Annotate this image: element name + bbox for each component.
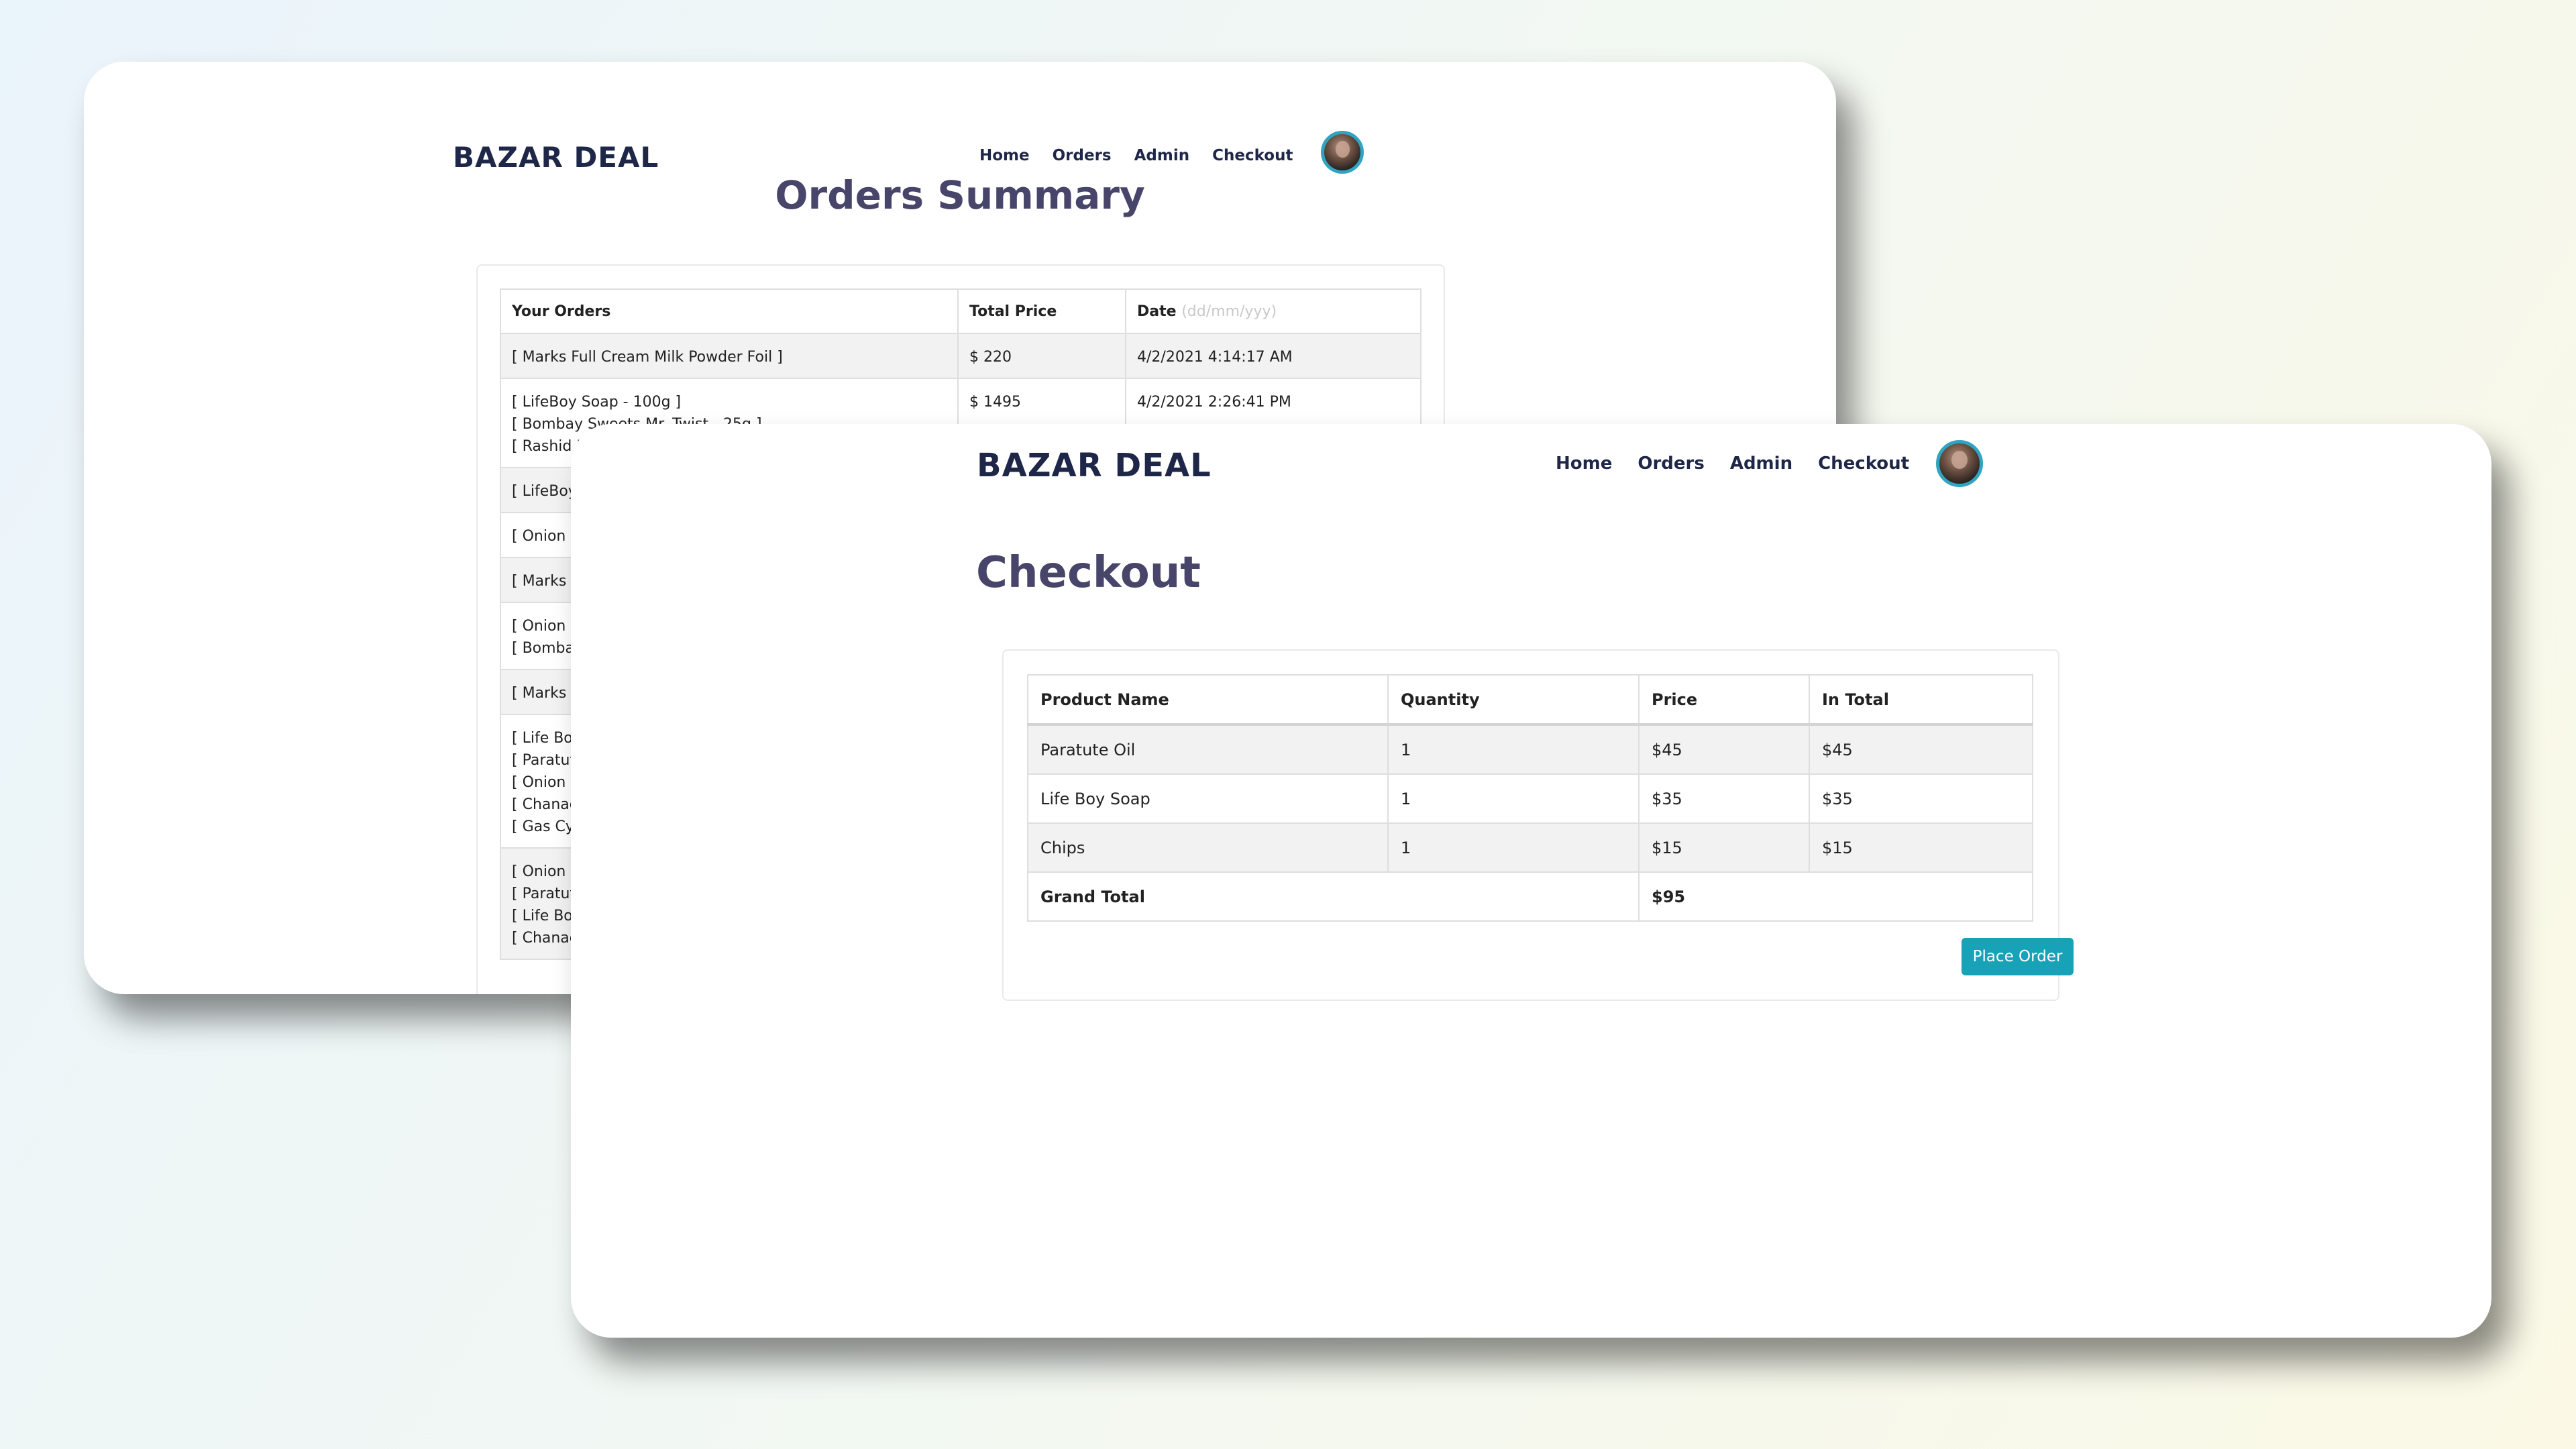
checkout-card: Product Name Quantity Price In Total Par…	[1002, 649, 2074, 1001]
column-header-total: In Total	[1809, 674, 2033, 726]
page-title: Orders Summary	[775, 172, 1145, 218]
main-nav: Home Orders Admin Checkout	[1556, 440, 1984, 487]
table-header-row: Product Name Quantity Price In Total	[1027, 674, 2033, 726]
product-total: $45	[1809, 724, 2033, 775]
product-total: $35	[1809, 773, 2033, 824]
table-row: Chips 1 $15 $15	[1027, 822, 2033, 873]
table-row: [ Marks Full Cream Milk Powder Foil ] $ 2…	[500, 333, 1421, 379]
column-header-date: Date (dd/mm/yyy)	[1125, 288, 1421, 334]
brand-logo[interactable]: BAZAR DEAL	[453, 141, 659, 174]
user-avatar[interactable]	[1321, 131, 1364, 174]
product-name: Paratute Oil	[1027, 724, 1389, 775]
nav-admin[interactable]: Admin	[1730, 453, 1792, 474]
main-nav: Home Orders Admin Checkout	[979, 131, 1364, 174]
product-price: $35	[1638, 773, 1810, 824]
date-label: Date	[1137, 303, 1177, 320]
column-header-quantity: Quantity	[1387, 674, 1640, 726]
place-order-button[interactable]: Place Order	[1962, 938, 2074, 975]
brand-logo[interactable]: BAZAR DEAL	[977, 447, 1212, 484]
grand-total-row: Grand Total $95	[1027, 871, 2033, 922]
order-date: 4/2/2021 4:14:17 AM	[1125, 333, 1421, 379]
table-header-row: Your Orders Total Price Date (dd/mm/yyy)	[500, 288, 1421, 334]
order-item: [ LifeBoy Soap - 100g ]	[512, 394, 682, 411]
product-quantity: 1	[1387, 724, 1640, 775]
table-row: Life Boy Soap 1 $35 $35	[1027, 773, 2033, 824]
checkout-table: Product Name Quantity Price In Total Par…	[1027, 674, 2033, 922]
grand-total-label: Grand Total	[1027, 871, 1640, 922]
product-total: $15	[1809, 822, 2033, 873]
date-format-hint: (dd/mm/yyy)	[1181, 303, 1277, 320]
checkout-window: BAZAR DEAL Home Orders Admin Checkout Ch…	[571, 424, 2491, 1338]
nav-checkout[interactable]: Checkout	[1212, 147, 1293, 164]
order-total: $ 220	[957, 333, 1126, 379]
product-price: $15	[1638, 822, 1810, 873]
product-name: Life Boy Soap	[1027, 773, 1389, 824]
nav-admin[interactable]: Admin	[1134, 147, 1190, 164]
order-items: [ Marks Full Cream Milk Powder Foil ]	[500, 333, 959, 379]
nav-home[interactable]: Home	[979, 147, 1030, 164]
column-header-product: Product Name	[1027, 674, 1389, 726]
product-quantity: 1	[1387, 773, 1640, 824]
page-title: Checkout	[976, 548, 1201, 598]
column-header-orders: Your Orders	[500, 288, 959, 334]
product-name: Chips	[1027, 822, 1389, 873]
product-quantity: 1	[1387, 822, 1640, 873]
nav-checkout[interactable]: Checkout	[1818, 453, 1909, 474]
product-price: $45	[1638, 724, 1810, 775]
user-avatar[interactable]	[1936, 440, 1984, 487]
order-item: [ Marks Full Cream Milk Powder Foil ]	[512, 349, 783, 366]
grand-total-value: $95	[1638, 871, 2033, 922]
column-header-price: Price	[1638, 674, 1810, 726]
nav-orders[interactable]: Orders	[1638, 453, 1704, 474]
table-row: Paratute Oil 1 $45 $45	[1027, 724, 2033, 775]
column-header-total: Total Price	[957, 288, 1126, 334]
nav-orders[interactable]: Orders	[1053, 147, 1112, 164]
nav-home[interactable]: Home	[1556, 453, 1612, 474]
